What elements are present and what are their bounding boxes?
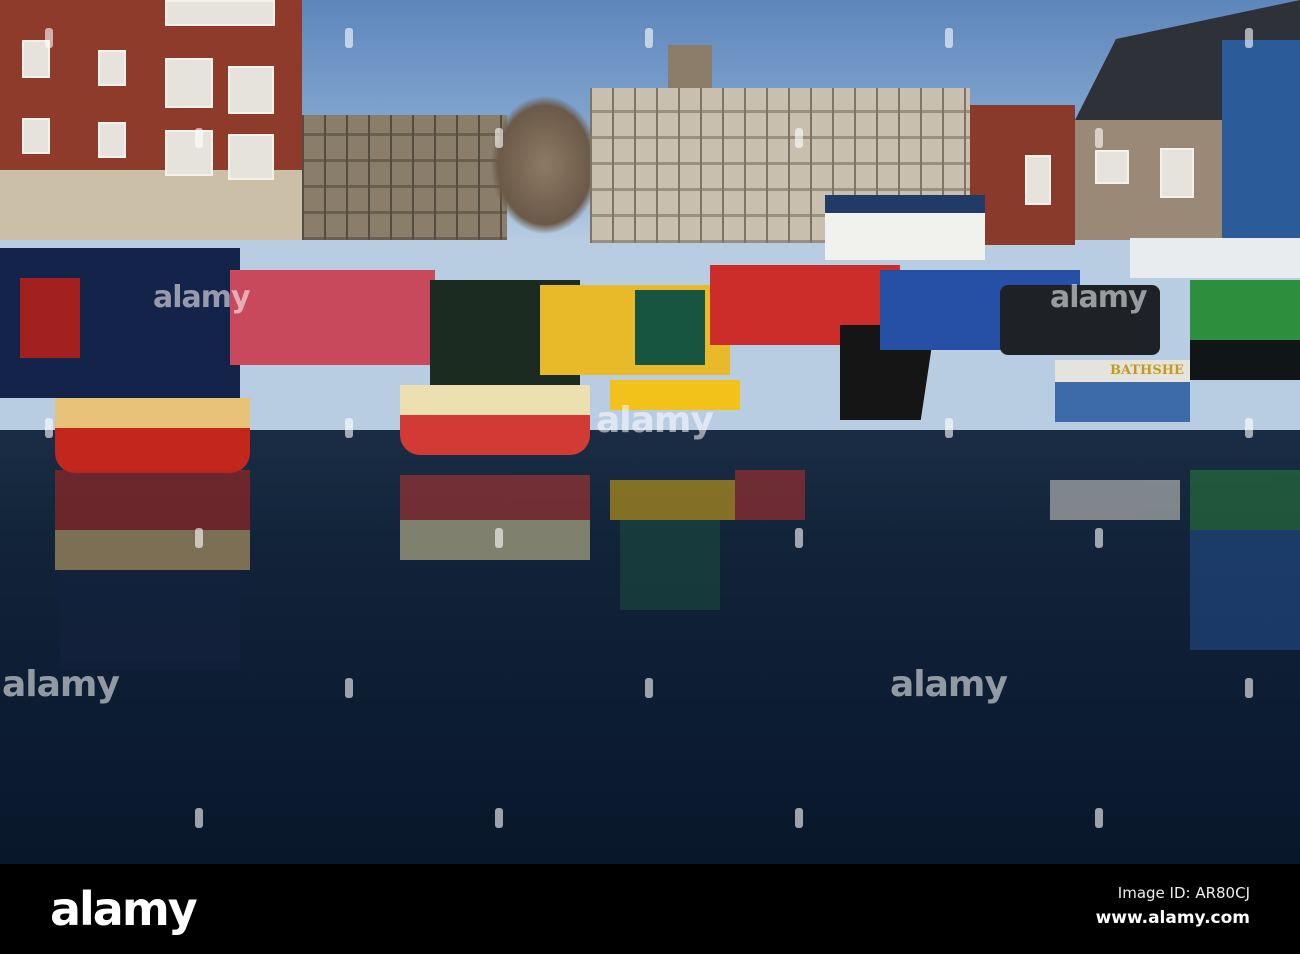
white-cruiser [825,195,985,260]
tree [490,95,600,235]
website-url: www.alamy.com [1095,908,1250,928]
brick-building-right [970,105,1075,245]
narrowboat-pink [230,260,590,460]
watermark: alamy [596,400,714,441]
blue-wrap-extension [1222,40,1300,240]
footer-bar: alamy Image ID: AR80CJ www.alamy.com [0,864,1300,954]
watermark: alamy [890,664,1008,705]
scaffolded-building-left [302,115,507,240]
canal-marina-photo: BATHSHE alamy alamy alamy alamy alamy [0,0,1300,864]
narrowboat-green [1190,280,1300,390]
boat-name-label: BATHSHE [1055,360,1190,382]
boat-reflections [0,470,1300,670]
watermark: alamy [153,280,251,315]
watermark: alamy [2,664,120,705]
image-id: Image ID: AR80CJ [1117,884,1250,902]
watermark: alamy [1050,280,1148,315]
alamy-logo: alamy [50,882,198,936]
